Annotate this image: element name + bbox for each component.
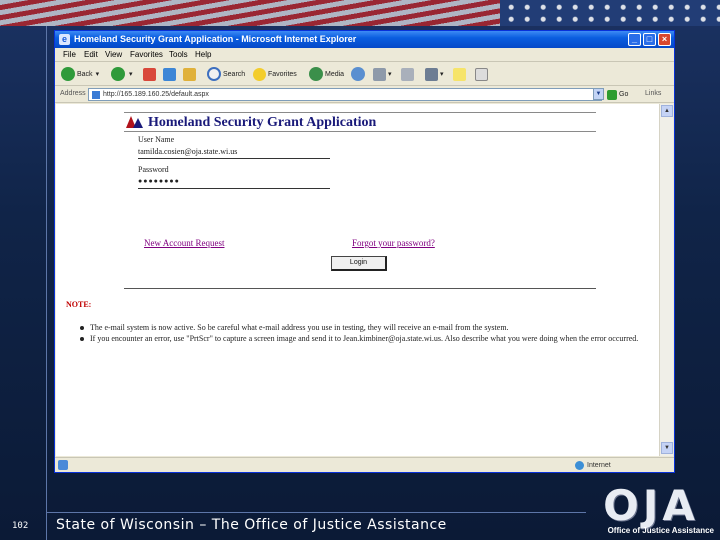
messenger-icon: [475, 67, 488, 81]
globe-icon: [575, 461, 584, 470]
window-title: Homeland Security Grant Application - Mi…: [74, 34, 357, 44]
user-name-input[interactable]: tamilda.cosien@oja.state.wi.us: [138, 147, 330, 159]
slide-bottom-rule: [46, 512, 586, 513]
app-title: Homeland Security Grant Application: [148, 115, 377, 130]
media-label: Media: [325, 70, 345, 78]
ie-window: e Homeland Security Grant Application - …: [54, 30, 675, 473]
history-icon: [351, 67, 365, 81]
slide-left-rule: [46, 26, 47, 540]
home-button[interactable]: [183, 66, 198, 82]
refresh-icon: [163, 67, 176, 81]
note-text: If you encounter an error, use "PrtScr" …: [90, 334, 639, 343]
menu-edit[interactable]: Edit: [84, 50, 98, 59]
forward-button[interactable]: ▾: [111, 66, 133, 82]
bullet-icon: [80, 337, 84, 341]
login-button[interactable]: Login: [331, 256, 387, 271]
search-label: Search: [223, 70, 246, 78]
oja-logo: OJA Office of Justice Assistance: [588, 484, 714, 538]
history-button[interactable]: [351, 66, 367, 82]
go-arrow-icon: [607, 89, 617, 100]
scroll-up-icon[interactable]: ▲: [661, 105, 673, 117]
forward-arrow-icon: [111, 67, 125, 81]
slide-number: 102: [12, 521, 29, 531]
note-list: The e-mail system is now active. So be c…: [78, 323, 653, 345]
password-input[interactable]: ●●●●●●●●: [138, 177, 330, 189]
star-icon: [253, 67, 266, 81]
address-input[interactable]: http://165.189.160.25/default.aspx: [88, 88, 602, 101]
discuss-button[interactable]: [453, 66, 468, 82]
back-label: Back: [77, 70, 93, 78]
flag-banner: [0, 0, 720, 26]
back-arrow-icon: [61, 67, 75, 81]
discuss-icon: [453, 67, 466, 81]
menu-favorites[interactable]: Favorites: [130, 50, 163, 59]
note-item: The e-mail system is now active. So be c…: [78, 323, 653, 333]
close-button[interactable]: ×: [658, 33, 671, 46]
minimize-button[interactable]: _: [628, 33, 641, 46]
go-label: Go: [619, 91, 629, 98]
user-name-label: User Name: [138, 135, 175, 144]
search-icon: [207, 67, 221, 81]
status-page-icon: [58, 460, 68, 470]
note-item: If you encounter an error, use "PrtScr" …: [78, 334, 653, 344]
menu-view[interactable]: View: [105, 50, 122, 59]
oja-logo-letters: OJA: [603, 481, 699, 530]
stop-button[interactable]: [143, 66, 158, 82]
slide-footer: State of Wisconsin – The Office of Justi…: [56, 517, 447, 533]
scroll-down-icon[interactable]: ▼: [661, 442, 673, 454]
ie-icon: e: [59, 34, 70, 45]
forgot-password-link[interactable]: Forgot your password?: [352, 238, 435, 248]
page-icon: [92, 91, 100, 99]
mail-button[interactable]: ▾: [373, 66, 392, 82]
app-header: Homeland Security Grant Application: [124, 112, 596, 132]
note-text: The e-mail system is now active. So be c…: [90, 323, 509, 332]
search-button[interactable]: Search: [207, 66, 245, 82]
print-button[interactable]: [401, 66, 416, 82]
app-logo-icon: [126, 116, 143, 128]
menu-tools[interactable]: Tools: [169, 50, 188, 59]
media-button[interactable]: Media: [309, 66, 344, 82]
favorites-button[interactable]: Favorites: [253, 66, 297, 82]
oja-logo-subtitle: Office of Justice Assistance: [607, 526, 714, 535]
refresh-button[interactable]: [163, 66, 178, 82]
edit-icon: [425, 67, 438, 81]
links-button[interactable]: Links: [645, 90, 661, 97]
password-label: Password: [138, 165, 169, 174]
bullet-icon: [80, 326, 84, 330]
toolbar: Back ▾ ▾ Search Favorites Media ▾ ▾: [55, 62, 674, 86]
media-icon: [309, 67, 323, 81]
stop-icon: [143, 67, 156, 81]
status-bar: Internet: [55, 457, 674, 472]
note-heading: NOTE:: [66, 300, 92, 309]
messenger-button[interactable]: [475, 66, 490, 82]
go-button[interactable]: Go: [607, 88, 633, 101]
zone-label: Internet: [587, 462, 611, 469]
page-content: Homeland Security Grant Application User…: [56, 104, 659, 456]
maximize-button[interactable]: □: [643, 33, 656, 46]
address-dropdown-button[interactable]: ▼: [593, 88, 604, 100]
address-bar: Address http://165.189.160.25/default.as…: [55, 86, 674, 103]
menu-bar: File Edit View Favorites Tools Help: [55, 48, 674, 62]
address-url: http://165.189.160.25/default.aspx: [103, 91, 209, 98]
favorites-label: Favorites: [268, 70, 297, 78]
print-icon: [401, 67, 414, 81]
mail-icon: [373, 67, 386, 81]
vertical-scrollbar[interactable]: ▲ ▼: [659, 104, 673, 456]
security-zone: Internet: [575, 461, 611, 470]
address-label: Address: [60, 90, 86, 97]
title-bar[interactable]: e Homeland Security Grant Application - …: [55, 31, 674, 48]
menu-help[interactable]: Help: [195, 50, 211, 59]
edit-button[interactable]: ▾: [425, 66, 444, 82]
back-button[interactable]: Back ▾: [61, 66, 99, 82]
home-icon: [183, 67, 196, 81]
menu-file[interactable]: File: [63, 50, 76, 59]
new-account-link[interactable]: New Account Request: [144, 238, 224, 248]
page-divider: [124, 288, 596, 289]
